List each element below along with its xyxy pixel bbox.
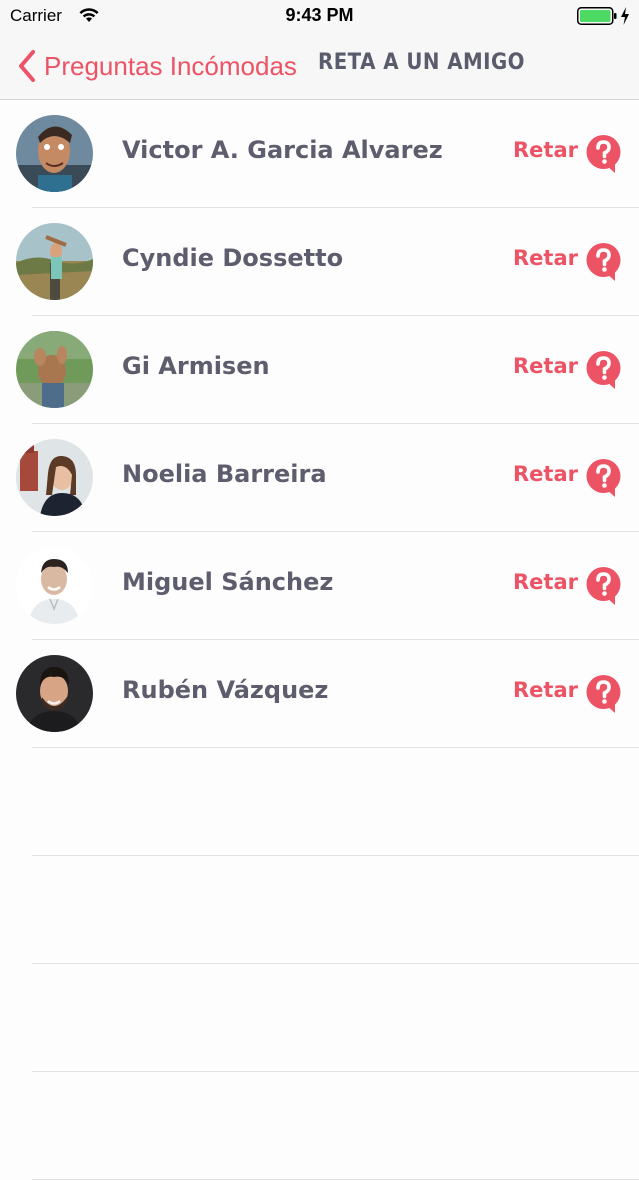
back-label: Preguntas Incómodas: [44, 50, 297, 81]
question-bubble-icon[interactable]: [585, 458, 622, 498]
status-time: 9:43 PM: [285, 5, 354, 25]
challenge-button[interactable]: Retar: [513, 138, 578, 162]
friend-row[interactable]: Miguel Sánchez Retar: [0, 532, 639, 640]
friend-row[interactable]: Rubén Vázquez Retar: [0, 640, 639, 748]
question-bubble-icon[interactable]: [585, 566, 622, 606]
empty-list-row: [0, 964, 639, 1072]
friend-name: Rubén Vázquez: [122, 676, 329, 704]
friend-row[interactable]: Cyndie Dossetto Retar: [0, 208, 639, 316]
challenge-button[interactable]: Retar: [513, 462, 578, 486]
avatar: [16, 547, 93, 624]
friend-name: Gi Armisen: [122, 352, 270, 380]
friend-row[interactable]: Victor A. Garcia Alvarez Retar: [0, 100, 639, 208]
avatar: [16, 439, 93, 516]
challenge-button[interactable]: Retar: [513, 246, 578, 270]
friends-list: Victor A. Garcia Alvarez Retar Cyndie Do…: [0, 100, 639, 1180]
chevron-left-icon: [19, 50, 35, 82]
empty-list-row: [0, 856, 639, 964]
friend-row[interactable]: Noelia Barreira Retar: [0, 424, 639, 532]
battery-icon: [577, 7, 617, 25]
challenge-button[interactable]: Retar: [513, 354, 578, 378]
charging-bolt-icon: [621, 7, 629, 25]
avatar: [16, 115, 93, 192]
back-button[interactable]: Preguntas Incómodas: [16, 48, 297, 84]
question-bubble-icon[interactable]: [585, 674, 622, 714]
friend-name: Victor A. Garcia Alvarez: [122, 136, 443, 164]
avatar: [16, 655, 93, 732]
friend-row[interactable]: Gi Armisen Retar: [0, 316, 639, 424]
page-title: RETA A UN AMIGO: [318, 50, 525, 75]
friend-name: Noelia Barreira: [122, 460, 327, 488]
question-bubble-icon[interactable]: [585, 350, 622, 390]
avatar: [16, 331, 93, 408]
friend-name: Miguel Sánchez: [122, 568, 334, 596]
empty-list-row: [0, 1072, 639, 1180]
question-bubble-icon[interactable]: [585, 134, 622, 174]
navigation-bar: Preguntas Incómodas RETA A UN AMIGO: [0, 34, 639, 100]
question-bubble-icon[interactable]: [585, 242, 622, 282]
empty-list-row: [0, 748, 639, 856]
avatar: [16, 223, 93, 300]
challenge-button[interactable]: Retar: [513, 678, 578, 702]
status-bar: Carrier 9:43 PM: [0, 0, 639, 34]
friend-name: Cyndie Dossetto: [122, 244, 344, 272]
challenge-button[interactable]: Retar: [513, 570, 578, 594]
